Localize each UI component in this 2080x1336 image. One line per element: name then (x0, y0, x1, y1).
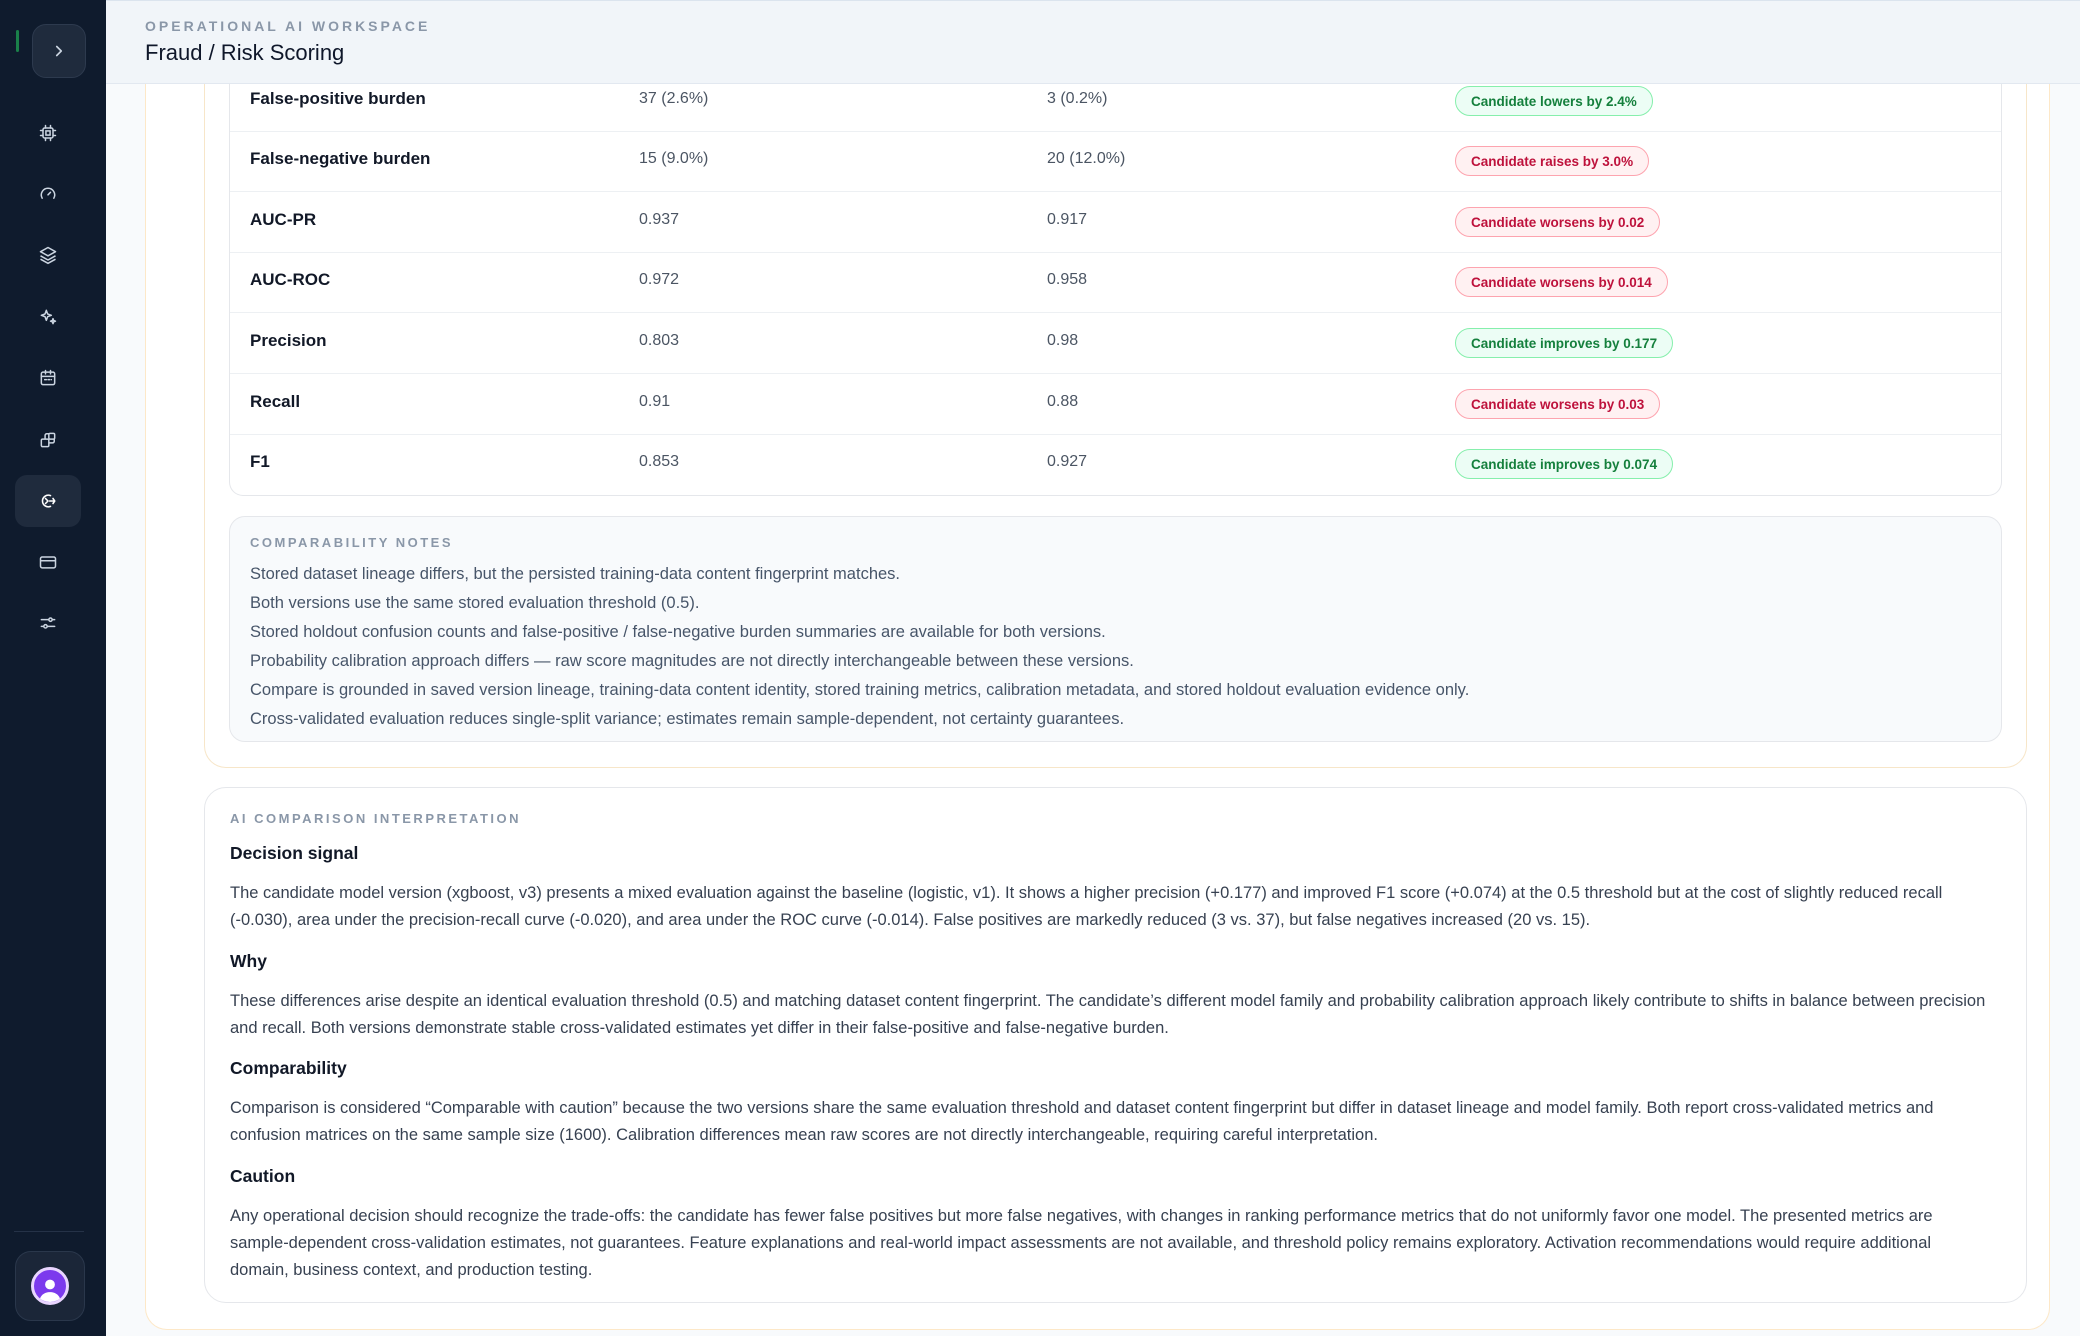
sliders-icon (40, 617, 56, 629)
sparkles-icon (40, 309, 57, 325)
chevron-right-icon (55, 45, 63, 57)
candidate-value: 0.98 (1047, 332, 1079, 349)
metric-name: AUC-PR (250, 210, 317, 229)
sidebar-toggle-button[interactable] (32, 24, 86, 78)
comparability-notes: COMPARABILITY NOTES Stored dataset linea… (229, 516, 2002, 742)
verdict-badge: Candidate lowers by 2.4% (1455, 86, 1653, 116)
notes-list: Stored dataset lineage differs, but the … (250, 560, 1469, 734)
account-button[interactable] (15, 1251, 85, 1321)
page-header: OPERATIONAL AI WORKSPACE Fraud / Risk Sc… (106, 0, 2080, 84)
table-row: AUC-ROC 0.972 0.958 Candidate worsens by… (230, 253, 2001, 313)
table-row: False-negative burden 15 (9.0%) 20 (12.0… (230, 132, 2001, 192)
verdict-badge: Candidate raises by 3.0% (1455, 146, 1650, 176)
ai-interpretation-label: AI COMPARISON INTERPRETATION (230, 811, 521, 826)
section-body-comparability: Comparison is considered “Comparable wit… (230, 1099, 1934, 1144)
calendar-icon (40, 369, 56, 386)
layers-icon (39, 246, 57, 265)
note-item: Stored holdout confusion counts and fals… (250, 623, 1106, 641)
sidebar-item-compare[interactable] (15, 475, 81, 527)
baseline-value: 0.91 (639, 393, 671, 410)
metric-name: AUC-ROC (250, 270, 331, 289)
page-title: Fraud / Risk Scoring (145, 40, 345, 65)
compare-icon (41, 494, 56, 508)
baseline-value: 0.803 (639, 332, 680, 349)
sidebar (0, 0, 106, 1336)
metric-name: Precision (250, 331, 327, 350)
sidebar-item-schedule[interactable] (15, 352, 81, 404)
section-body-caution: Any operational decision should recogniz… (230, 1207, 1933, 1279)
table-row: Precision 0.803 0.98 Candidate improves … (230, 314, 2001, 374)
verdict-badge: Candidate worsens by 0.014 (1455, 267, 1668, 297)
sidebar-item-models[interactable] (15, 107, 81, 159)
verdict-badge: Candidate improves by 0.177 (1455, 328, 1674, 358)
candidate-value: 3 (0.2%) (1047, 90, 1108, 107)
candidate-value: 20 (12.0%) (1047, 150, 1126, 167)
table-row: AUC-PR 0.937 0.917 Candidate worsens by … (230, 193, 2001, 253)
sidebar-edge-marker (16, 30, 19, 52)
section-title-comparability: Comparability (230, 1058, 347, 1078)
metrics-comparison-table: False-positive burden 37 (2.6%) 3 (0.2%)… (229, 72, 2002, 496)
sidebar-item-insights[interactable] (15, 291, 81, 343)
table-row: F1 0.853 0.927 Candidate improves by 0.0… (230, 435, 2001, 495)
note-item: Cross-validated evaluation reduces singl… (250, 710, 1125, 728)
section-body-decision-signal: The candidate model version (xgboost, v3… (230, 884, 1943, 929)
note-item: Compare is grounded in saved version lin… (250, 681, 1470, 699)
notes-label: COMPARABILITY NOTES (250, 535, 454, 550)
verdict-badge: Candidate worsens by 0.02 (1455, 207, 1661, 237)
metric-name: False-negative burden (250, 149, 431, 168)
note-item: Probability calibration approach differs… (250, 652, 1134, 670)
baseline-value: 37 (2.6%) (639, 90, 709, 107)
note-item: Stored dataset lineage differs, but the … (250, 565, 901, 583)
section-title-decision-signal: Decision signal (230, 843, 359, 863)
blocks-icon (40, 432, 56, 448)
ai-interpretation-card: AI COMPARISON INTERPRETATION Decision si… (204, 787, 2027, 1303)
sidebar-item-settings[interactable] (15, 597, 81, 649)
sidebar-item-monitoring[interactable] (15, 168, 81, 220)
candidate-value: 0.917 (1047, 211, 1088, 228)
metric-name: F1 (250, 452, 270, 471)
table-row: Recall 0.91 0.88 Candidate worsens by 0.… (230, 375, 2001, 435)
gauge-icon (40, 187, 56, 199)
candidate-value: 0.958 (1047, 271, 1088, 288)
verdict-badge: Candidate improves by 0.074 (1455, 449, 1674, 479)
baseline-value: 0.937 (639, 211, 680, 228)
card-icon (39, 556, 57, 569)
verdict-badge: Candidate worsens by 0.03 (1455, 389, 1661, 419)
sidebar-item-billing[interactable] (15, 536, 81, 588)
candidate-value: 0.927 (1047, 453, 1088, 470)
note-item: Both versions use the same stored evalua… (250, 594, 700, 612)
baseline-value: 0.972 (639, 271, 680, 288)
sidebar-divider (14, 1231, 84, 1232)
section-body-why: These differences arise despite an ident… (230, 992, 1986, 1037)
candidate-value: 0.88 (1047, 393, 1079, 410)
section-title-why: Why (230, 951, 267, 971)
metric-name: False-positive burden (250, 89, 426, 108)
user-avatar-icon (31, 1267, 69, 1305)
workspace-eyebrow: OPERATIONAL AI WORKSPACE (145, 18, 431, 34)
baseline-value: 0.853 (639, 453, 680, 470)
sidebar-item-datasets[interactable] (15, 229, 81, 281)
section-title-caution: Caution (230, 1166, 296, 1186)
metric-name: Recall (250, 392, 301, 411)
baseline-value: 15 (9.0%) (639, 150, 709, 167)
cpu-icon (39, 124, 57, 142)
sidebar-item-integrations[interactable] (15, 414, 81, 466)
